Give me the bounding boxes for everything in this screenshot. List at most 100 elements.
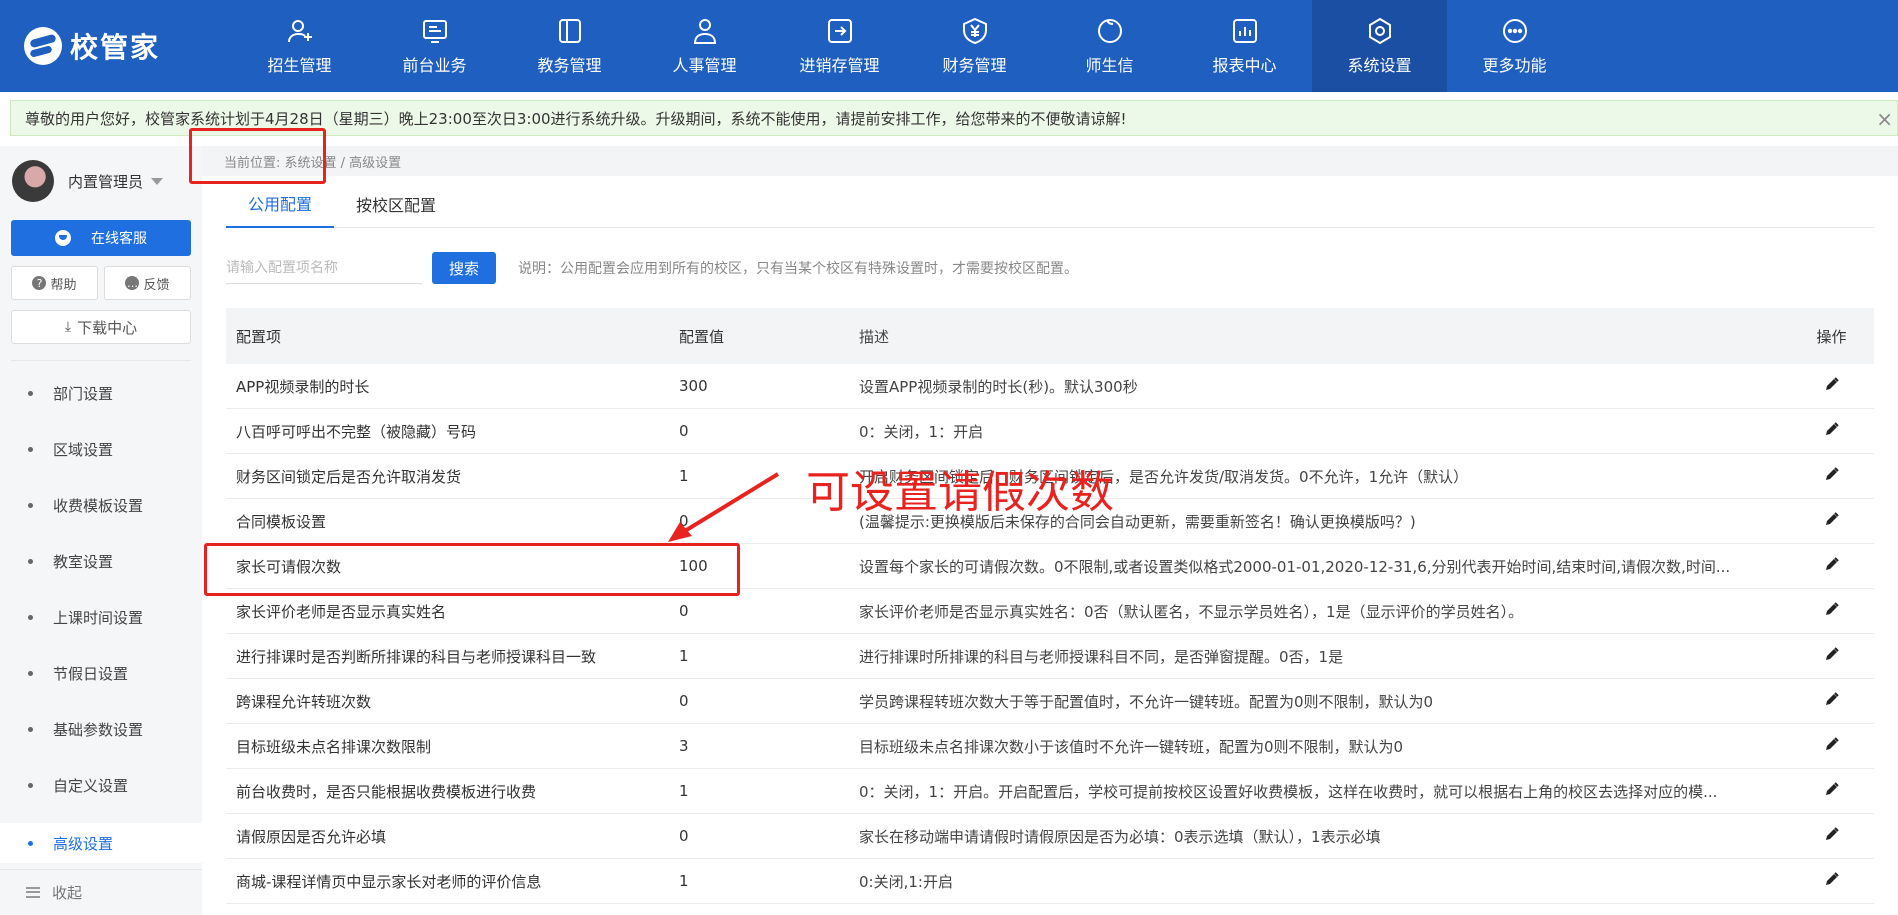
nav-label: 师生信: [1085, 56, 1134, 75]
config-description: 进行排课时所排课的科目与老师授课科目不同，是否弹窗提醒。0否，1是: [859, 647, 1344, 666]
config-name: 合同模板设置: [236, 512, 327, 531]
help-button[interactable]: ? 帮助: [11, 266, 98, 300]
yen-shield-icon: [960, 16, 990, 46]
avatar: [12, 160, 54, 202]
header-config-value: 配置值: [679, 327, 725, 346]
edit-pencil-icon[interactable]: [1824, 736, 1840, 752]
collapse-label: 收起: [52, 884, 83, 902]
config-name: 进行排课时是否判断所排课的科目与老师授课科目一致: [236, 647, 597, 666]
settings-menu: 部门设置 区域设置 收费模板设置教室设置上课时间设置 节假日设置基础参数设置自定义设置…: [0, 365, 202, 863]
edit-pencil-icon[interactable]: [1824, 826, 1840, 842]
sidebar-item-5[interactable]: 节假日设置: [0, 645, 202, 701]
config-name: 前台收费时，是否只能根据收费模板进行收费: [236, 782, 537, 801]
row-highlight-box: [204, 543, 740, 596]
gear-icon: [1365, 16, 1395, 46]
edit-pencil-icon[interactable]: [1824, 871, 1840, 887]
table-row: 商城-课程详情页中显示家长对老师的评价信息 1 0:关闭,1:开启: [226, 859, 1874, 904]
nav-item-4[interactable]: 进销存管理: [772, 0, 907, 92]
nav-item-1[interactable]: 前台业务: [367, 0, 502, 92]
close-icon[interactable]: ×: [1876, 107, 1893, 131]
nav-item-5[interactable]: 财务管理: [907, 0, 1042, 92]
sidebar-item-7[interactable]: 自定义设置: [0, 757, 202, 813]
feedback-label: 反馈: [143, 277, 170, 293]
help-label: 帮助: [50, 277, 77, 293]
tab-campus-config[interactable]: 按校区配置: [334, 180, 458, 228]
user-profile[interactable]: 内置管理员: [0, 146, 202, 216]
nav-label: 教务管理: [537, 56, 602, 75]
config-name: 家长评价老师是否显示真实姓名: [236, 602, 447, 621]
nav-item-2[interactable]: 教务管理: [502, 0, 637, 92]
logo[interactable]: 校管家: [0, 0, 232, 92]
config-value: 300: [679, 377, 708, 395]
edit-pencil-icon[interactable]: [1824, 601, 1840, 617]
config-value: 3: [679, 737, 689, 755]
nav-item-7[interactable]: 报表中心: [1177, 0, 1312, 92]
config-name: 跨课程允许转班次数: [236, 692, 372, 711]
sidebar-item-label: 自定义设置: [53, 776, 129, 795]
sidebar-item-label: 节假日设置: [53, 664, 129, 683]
nav-item-9[interactable]: 更多功能: [1447, 0, 1582, 92]
notice-text: 尊敬的用户您好，校管家系统计划于4月28日（星期三）晚上23:00至次日3:00…: [25, 109, 1127, 128]
sidebar-item-label: 上课时间设置: [53, 608, 144, 627]
main-nav: 招生管理 前台业务 教务管理 人事管理 进销存管理 财务管理 师生信 报表中心 系统设置 更多功能: [232, 0, 1582, 92]
monitor-icon: [420, 16, 450, 46]
bullet-icon: [28, 614, 33, 620]
annotation-arrow-icon: [668, 472, 780, 542]
sidebar-item-8[interactable]: 高级设置: [0, 823, 202, 863]
config-description: 0：关闭，1：开启: [859, 422, 984, 441]
edit-pencil-icon[interactable]: [1824, 421, 1840, 437]
config-value: 0: [679, 422, 689, 440]
config-search-input[interactable]: [226, 252, 422, 284]
table-row: 目标班级未点名排课次数限制 3 目标班级未点名排课次数小于该值时不允许一键转班，配置…: [226, 724, 1874, 769]
header-action: 操作: [1816, 327, 1847, 346]
config-description: 设置每个家长的可请假次数。0不限制,或者设置类似格式2000-01-01,202…: [859, 557, 1731, 576]
search-row: 搜索 说明：公用配置会应用到所有的校区，只有当某个校区有特殊设置时，才需要按校区…: [226, 252, 1078, 284]
config-description: 0：关闭，1：开启。开启配置后，学校可提前按校区设置好收费模板，这样在收费时，就…: [859, 782, 1718, 801]
config-name: APP视频录制的时长: [236, 377, 370, 396]
user-name: 内置管理员: [68, 172, 144, 191]
config-tabs: 公用配置 按校区配置: [226, 180, 1874, 228]
chat-icon: [1095, 16, 1125, 46]
nav-label: 报表中心: [1212, 56, 1277, 75]
edit-pencil-icon[interactable]: [1824, 466, 1840, 482]
online-service-button[interactable]: 在线客服: [11, 220, 191, 256]
download-center-button[interactable]: ⤓ 下载中心: [11, 310, 191, 344]
collapse-button[interactable]: 收起: [0, 869, 202, 915]
edit-pencil-icon[interactable]: [1824, 646, 1840, 662]
sidebar-item-4[interactable]: 上课时间设置: [0, 589, 202, 645]
tab-public-config[interactable]: 公用配置: [226, 180, 335, 228]
sidebar-item-6[interactable]: 基础参数设置: [0, 701, 202, 757]
search-button[interactable]: 搜索: [432, 252, 496, 284]
chart-icon: [1230, 16, 1260, 46]
edit-pencil-icon[interactable]: [1824, 511, 1840, 527]
sidebar-item-2[interactable]: 收费模板设置: [0, 477, 202, 533]
nav-item-8[interactable]: 系统设置: [1312, 0, 1447, 92]
sidebar-item-label: 教室设置: [53, 552, 114, 571]
config-description: 家长评价老师是否显示真实姓名：0否（默认匿名，不显示学员姓名），1是（显示评价的…: [859, 602, 1524, 621]
edit-pencil-icon[interactable]: [1824, 691, 1840, 707]
config-description: 家长在移动端申请请假时请假原因是否为必填：0表示选填（默认），1表示必填: [859, 827, 1381, 846]
sidebar-item-1[interactable]: 区域设置: [0, 421, 202, 477]
nav-label: 更多功能: [1482, 56, 1547, 75]
box-arrow-icon: [825, 16, 855, 46]
sidebar-item-3[interactable]: 教室设置: [0, 533, 202, 589]
table-header: 配置项 配置值 描述 操作: [226, 308, 1874, 364]
nav-item-3[interactable]: 人事管理: [637, 0, 772, 92]
caret-down-icon[interactable]: [151, 177, 164, 185]
config-name: 商城-课程详情页中显示家长对老师的评价信息: [236, 872, 542, 891]
edit-pencil-icon[interactable]: [1824, 781, 1840, 797]
service-icon: [55, 230, 71, 246]
nav-item-6[interactable]: 师生信: [1042, 0, 1177, 92]
table-row: APP视频录制的时长 300 设置APP视频录制的时长(秒)。默认300秒: [226, 364, 1874, 409]
bullet-icon: [28, 558, 33, 564]
sidebar-divider: [11, 360, 191, 361]
edit-pencil-icon[interactable]: [1824, 556, 1840, 572]
table-row: 请假原因是否允许必填 0 家长在移动端申请请假时请假原因是否为必填：0表示选填（默认…: [226, 814, 1874, 859]
user-plus-icon: [285, 16, 315, 46]
nav-item-0[interactable]: 招生管理: [232, 0, 367, 92]
feedback-button[interactable]: … 反馈: [104, 266, 191, 300]
sidebar-item-0[interactable]: 部门设置: [0, 365, 202, 421]
edit-pencil-icon[interactable]: [1824, 376, 1840, 392]
online-service-label: 在线客服: [91, 231, 147, 247]
bullet-icon: [28, 726, 33, 732]
